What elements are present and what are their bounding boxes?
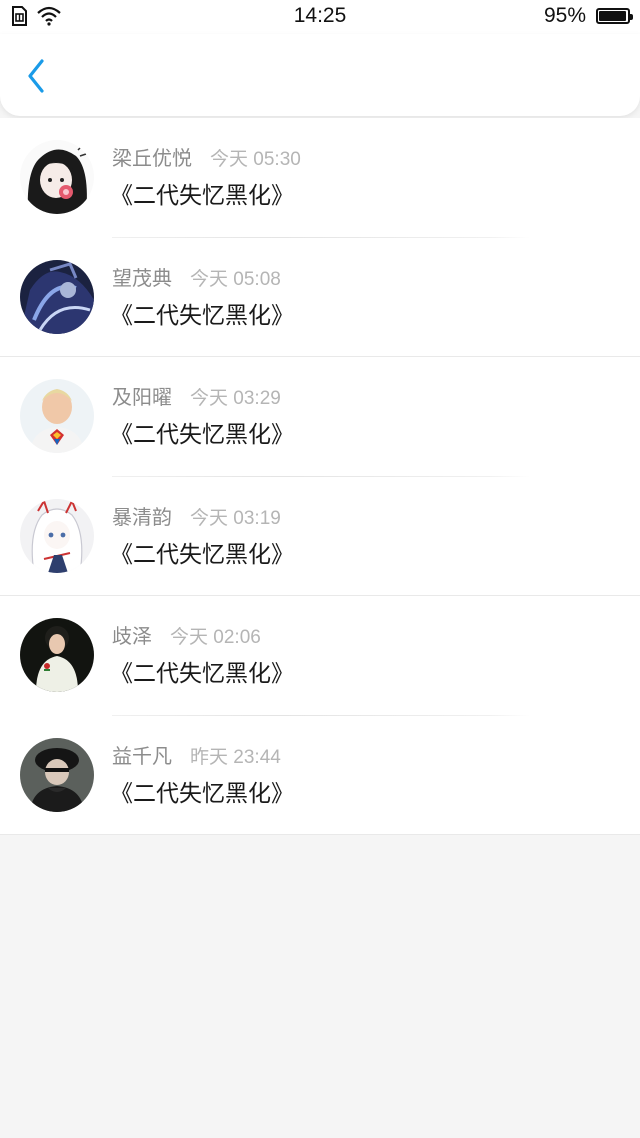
avatar[interactable] bbox=[20, 379, 94, 453]
comment-meta: 梁丘优悦 今天 05:30 bbox=[112, 142, 301, 171]
timestamp: 昨天 23:44 bbox=[190, 746, 281, 768]
avatar[interactable] bbox=[20, 498, 94, 573]
timestamp: 今天 03:19 bbox=[190, 507, 281, 529]
avatar[interactable] bbox=[20, 140, 94, 214]
comment-item[interactable]: 及阳曜 今天 03:29 《二代失忆黑化》 bbox=[0, 357, 640, 477]
comment-text: 《二代失忆黑化》 bbox=[110, 780, 294, 807]
comment-meta: 歧泽 今天 02:06 bbox=[112, 620, 261, 649]
comment-item[interactable]: 暴清韵 今天 03:19 《二代失忆黑化》 bbox=[0, 477, 640, 596]
nav-bar bbox=[0, 34, 640, 116]
avatar[interactable] bbox=[20, 259, 94, 334]
child-photo-avatar bbox=[20, 379, 94, 453]
comment-text: 《二代失忆黑化》 bbox=[110, 422, 294, 448]
comment-item[interactable]: 梁丘优悦 今天 05:30 《二代失忆黑化》 bbox=[0, 118, 640, 238]
comment-meta: 益千凡 昨天 23:44 bbox=[112, 740, 281, 769]
white-hair-anime-avatar bbox=[20, 498, 94, 573]
username[interactable]: 梁丘优悦 bbox=[112, 142, 192, 171]
battery-level-fill bbox=[599, 11, 626, 21]
status-bar: 14:25 95% bbox=[0, 0, 640, 34]
woman-photo-avatar bbox=[20, 618, 94, 692]
username[interactable]: 望茂典 bbox=[112, 262, 172, 291]
username[interactable]: 及阳曜 bbox=[112, 381, 172, 410]
username[interactable]: 歧泽 bbox=[112, 620, 152, 649]
hat-person-avatar bbox=[20, 737, 94, 812]
chevron-left-icon bbox=[28, 59, 44, 93]
timestamp: 今天 05:08 bbox=[190, 268, 281, 290]
comment-item[interactable]: 益千凡 昨天 23:44 《二代失忆黑化》 bbox=[0, 716, 640, 835]
back-button[interactable] bbox=[18, 56, 54, 96]
username[interactable]: 暴清韵 bbox=[112, 501, 172, 530]
status-right: 95% bbox=[543, 4, 633, 28]
comment-meta: 暴清韵 今天 03:19 bbox=[112, 501, 281, 530]
comment-text: 《二代失忆黑化》 bbox=[110, 661, 294, 687]
anime-girl-avatar bbox=[20, 140, 94, 214]
timestamp: 今天 05:30 bbox=[210, 149, 301, 170]
timestamp: 今天 02:06 bbox=[170, 627, 261, 648]
comment-text: 《二代失忆黑化》 bbox=[110, 183, 294, 209]
timestamp: 今天 03:29 bbox=[190, 388, 281, 409]
comment-item[interactable]: 望茂典 今天 05:08 《二代失忆黑化》 bbox=[0, 238, 640, 357]
battery-percent: 95% bbox=[543, 4, 586, 27]
dark-anime-avatar bbox=[20, 259, 94, 334]
avatar[interactable] bbox=[20, 737, 94, 812]
comment-list: 梁丘优悦 今天 05:30 《二代失忆黑化》 望茂典 今天 05:08 《二代失… bbox=[0, 118, 640, 835]
username[interactable]: 益千凡 bbox=[112, 740, 172, 769]
comment-meta: 望茂典 今天 05:08 bbox=[112, 262, 281, 291]
comment-text: 《二代失忆黑化》 bbox=[110, 302, 294, 329]
avatar[interactable] bbox=[20, 618, 94, 692]
comment-text: 《二代失忆黑化》 bbox=[110, 541, 294, 568]
battery-icon bbox=[596, 8, 633, 24]
comment-meta: 及阳曜 今天 03:29 bbox=[112, 381, 281, 410]
comment-item[interactable]: 歧泽 今天 02:06 《二代失忆黑化》 bbox=[0, 596, 640, 716]
